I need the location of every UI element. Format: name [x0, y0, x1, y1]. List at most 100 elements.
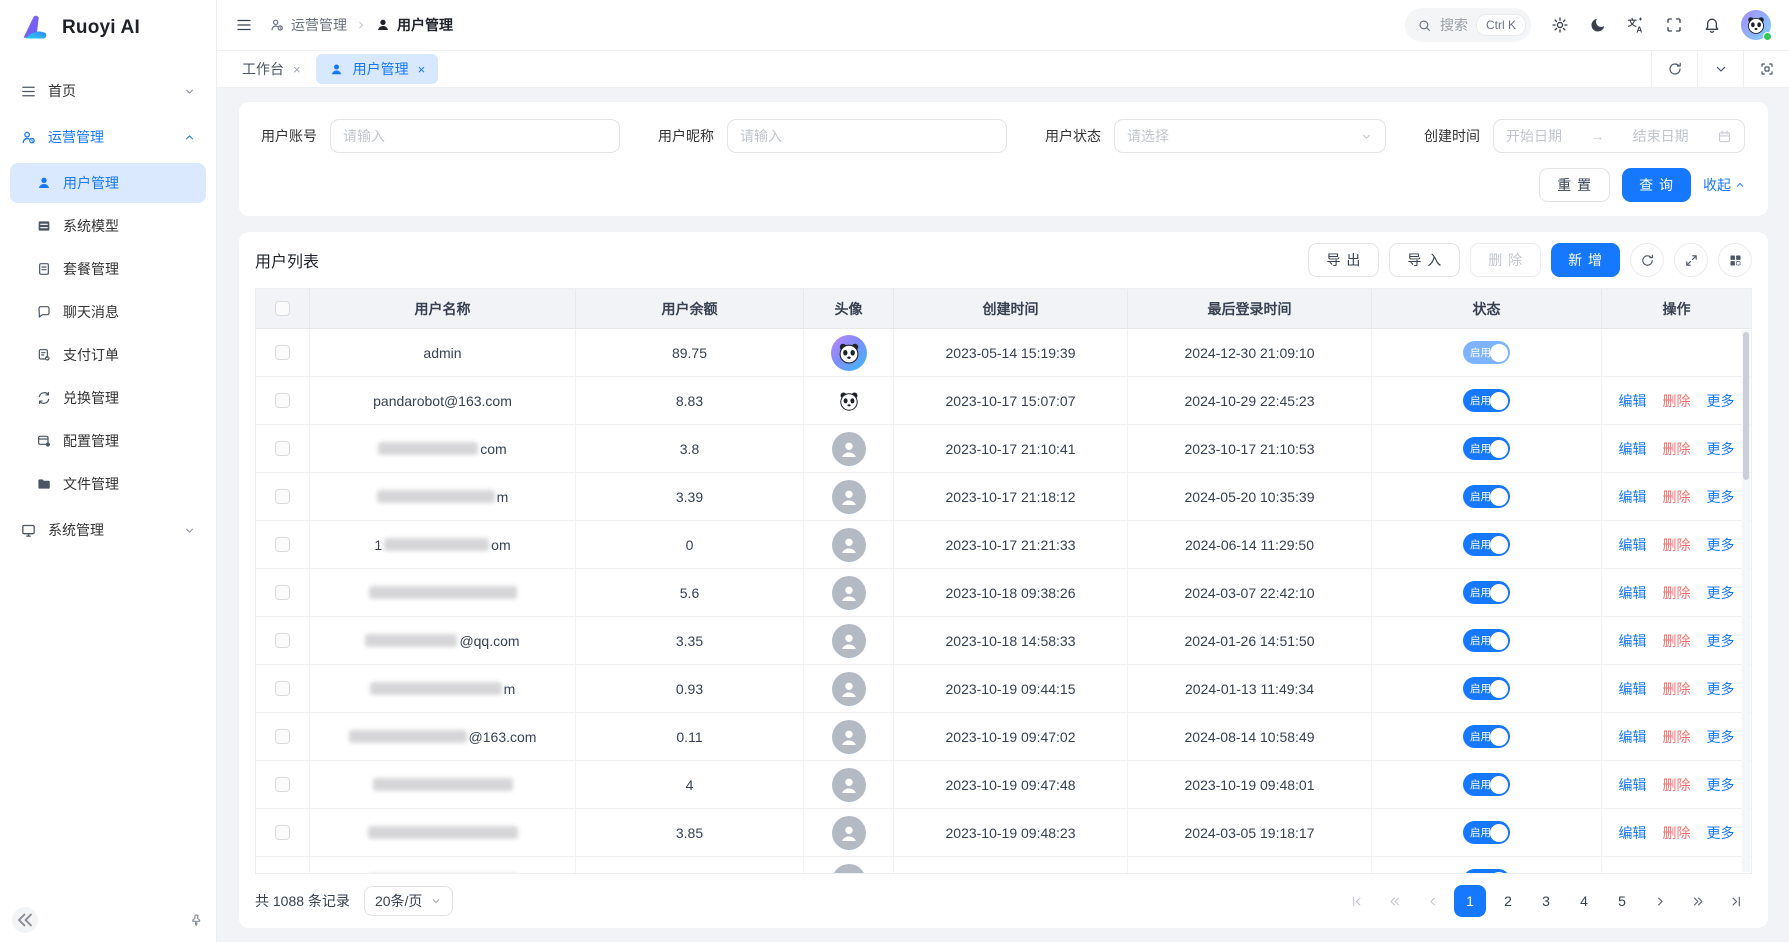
row-checkbox[interactable] — [275, 537, 290, 552]
row-checkbox[interactable] — [275, 585, 290, 600]
delete-link[interactable]: 删除 — [1663, 775, 1691, 795]
status-toggle[interactable]: 启用 — [1463, 341, 1510, 364]
edit-link[interactable]: 编辑 — [1619, 439, 1647, 459]
status-toggle[interactable]: 启用 — [1463, 581, 1510, 604]
row-checkbox[interactable] — [275, 633, 290, 648]
sidebar-item-用户管理[interactable]: 用户管理 — [10, 163, 206, 203]
next-page-icon[interactable] — [1644, 885, 1676, 917]
user-nickname-input[interactable]: 请输入 — [727, 119, 1007, 153]
status-toggle[interactable]: 启用 — [1463, 869, 1510, 874]
status-toggle[interactable]: 启用 — [1463, 485, 1510, 508]
sidebar-collapse-icon[interactable] — [12, 907, 38, 933]
status-toggle[interactable]: 启用 — [1463, 725, 1510, 748]
close-icon[interactable]: × — [418, 62, 426, 77]
sidebar-item-支付订单[interactable]: 支付订单 — [10, 335, 206, 375]
language-translate-icon[interactable]: 文A — [1627, 16, 1645, 34]
status-toggle[interactable]: 启用 — [1463, 437, 1510, 460]
more-link[interactable]: 更多 — [1707, 487, 1735, 507]
more-link[interactable]: 更多 — [1707, 775, 1735, 795]
content-fullscreen-icon[interactable] — [1743, 51, 1789, 87]
notifications-bell-icon[interactable] — [1703, 16, 1721, 34]
reset-button[interactable]: 重 置 — [1539, 168, 1610, 202]
user-account-input[interactable]: 请输入 — [330, 119, 620, 153]
delete-link[interactable]: 删除 — [1663, 583, 1691, 603]
fullscreen-icon[interactable] — [1665, 16, 1683, 34]
delete-link[interactable]: 删除 — [1663, 871, 1691, 875]
delete-link[interactable]: 删除 — [1663, 679, 1691, 699]
sidebar-item-配置管理[interactable]: 配置管理 — [10, 421, 206, 461]
sidebar-item-首页[interactable]: 首页 — [10, 68, 206, 114]
row-checkbox[interactable] — [275, 825, 290, 840]
chevron-down-icon[interactable] — [1697, 51, 1743, 87]
edit-link[interactable]: 编辑 — [1619, 727, 1647, 747]
prev-page-icon[interactable] — [1416, 885, 1448, 917]
import-button[interactable]: 导 入 — [1389, 243, 1460, 277]
sidebar-item-系统管理[interactable]: 系统管理 — [10, 507, 206, 553]
column-settings-grid-icon[interactable] — [1718, 243, 1752, 277]
search-button[interactable]: 查 询 — [1622, 168, 1691, 202]
status-toggle[interactable]: 启用 — [1463, 533, 1510, 556]
scrollbar-thumb[interactable] — [1743, 332, 1749, 480]
row-checkbox[interactable] — [275, 345, 290, 360]
refresh-table-icon[interactable] — [1630, 243, 1664, 277]
close-icon[interactable]: × — [293, 62, 301, 77]
status-toggle[interactable]: 启用 — [1463, 677, 1510, 700]
breadcrumb-user-management[interactable]: 用户管理 — [375, 15, 453, 35]
row-checkbox[interactable] — [275, 729, 290, 744]
delete-link[interactable]: 删除 — [1663, 823, 1691, 843]
more-link[interactable]: 更多 — [1707, 871, 1735, 875]
delete-link[interactable]: 删除 — [1663, 535, 1691, 555]
select-all-checkbox[interactable] — [275, 301, 290, 316]
edit-link[interactable]: 编辑 — [1619, 391, 1647, 411]
row-checkbox[interactable] — [275, 873, 290, 874]
edit-link[interactable]: 编辑 — [1619, 679, 1647, 699]
sidebar-item-兑换管理[interactable]: 兑换管理 — [10, 378, 206, 418]
more-link[interactable]: 更多 — [1707, 535, 1735, 555]
delete-link[interactable]: 删除 — [1663, 391, 1691, 411]
sidebar-item-套餐管理[interactable]: 套餐管理 — [10, 249, 206, 289]
tab-workbench[interactable]: 工作台 × — [229, 51, 314, 87]
edit-link[interactable]: 编辑 — [1619, 487, 1647, 507]
dark-mode-moon-icon[interactable] — [1589, 16, 1607, 34]
settings-gear-icon[interactable] — [1551, 16, 1569, 34]
refresh-icon[interactable] — [1651, 51, 1697, 87]
user-status-select[interactable]: 请选择 — [1114, 119, 1386, 153]
row-checkbox[interactable] — [275, 393, 290, 408]
collapse-filter-link[interactable]: 收起 — [1703, 175, 1746, 195]
more-link[interactable]: 更多 — [1707, 631, 1735, 651]
status-toggle[interactable]: 启用 — [1463, 821, 1510, 844]
tab-user-management[interactable]: 用户管理 × — [316, 54, 439, 84]
page-5[interactable]: 5 — [1606, 885, 1638, 917]
delete-link[interactable]: 删除 — [1663, 439, 1691, 459]
sidebar-item-聊天消息[interactable]: 聊天消息 — [10, 292, 206, 332]
delete-link[interactable]: 删除 — [1663, 487, 1691, 507]
edit-link[interactable]: 编辑 — [1619, 535, 1647, 555]
breadcrumb-operations[interactable]: 运营管理 — [269, 15, 347, 35]
status-toggle[interactable]: 启用 — [1463, 389, 1510, 412]
page-2[interactable]: 2 — [1492, 885, 1524, 917]
more-link[interactable]: 更多 — [1707, 727, 1735, 747]
row-checkbox[interactable] — [275, 681, 290, 696]
page-3[interactable]: 3 — [1530, 885, 1562, 917]
page-4[interactable]: 4 — [1568, 885, 1600, 917]
expand-table-icon[interactable] — [1674, 243, 1708, 277]
edit-link[interactable]: 编辑 — [1619, 631, 1647, 651]
page-1[interactable]: 1 — [1454, 885, 1486, 917]
hamburger-icon[interactable] — [235, 16, 253, 34]
status-toggle[interactable]: 启用 — [1463, 629, 1510, 652]
more-link[interactable]: 更多 — [1707, 391, 1735, 411]
more-link[interactable]: 更多 — [1707, 439, 1735, 459]
delete-button[interactable]: 删 除 — [1470, 243, 1541, 277]
first-page-icon[interactable] — [1340, 885, 1372, 917]
date-range-picker[interactable]: 开始日期 → 结束日期 — [1493, 119, 1745, 153]
user-avatar[interactable] — [1741, 10, 1771, 40]
prev-jump-icon[interactable] — [1378, 885, 1410, 917]
row-checkbox[interactable] — [275, 489, 290, 504]
edit-link[interactable]: 编辑 — [1619, 583, 1647, 603]
global-search[interactable]: 搜索 Ctrl K — [1405, 8, 1531, 42]
edit-link[interactable]: 编辑 — [1619, 823, 1647, 843]
status-toggle[interactable]: 启用 — [1463, 773, 1510, 796]
more-link[interactable]: 更多 — [1707, 823, 1735, 843]
last-page-icon[interactable] — [1720, 885, 1752, 917]
more-link[interactable]: 更多 — [1707, 679, 1735, 699]
